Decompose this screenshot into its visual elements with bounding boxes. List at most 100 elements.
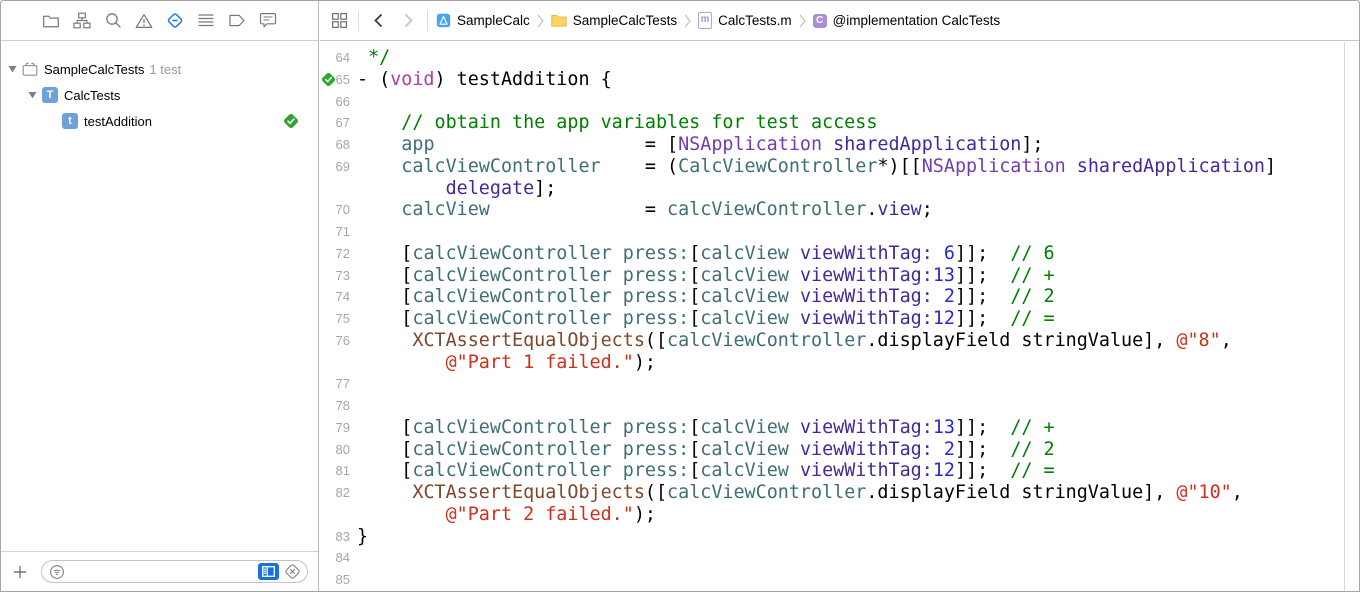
method-icon: t <box>62 113 78 129</box>
line-number[interactable]: 81 <box>320 460 357 482</box>
code-text: // obtain the app variables for test acc… <box>357 112 877 134</box>
line-number[interactable]: 82 <box>320 482 357 504</box>
find-navigator-icon[interactable] <box>104 12 122 30</box>
editor-scrollbar[interactable] <box>1344 42 1359 591</box>
tree-item-SampleCalcTests[interactable]: SampleCalcTests1 test <box>1 56 318 82</box>
code-text: } <box>357 526 368 548</box>
objc-file-icon: m <box>698 12 712 29</box>
code-text: */ <box>357 47 390 69</box>
divider <box>427 11 428 31</box>
code-line: @"Part 2 failed."); <box>320 504 1345 526</box>
tree-item-label: CalcTests <box>64 88 120 103</box>
project-navigator-icon[interactable] <box>42 12 60 30</box>
line-number[interactable]: 64 <box>320 47 357 69</box>
source-code-area[interactable]: 64 */65- (void) testAddition {6667 // ob… <box>320 42 1345 591</box>
xcode-window: SampleCalcTests1 testTCalcTests t testAddi… <box>0 0 1360 592</box>
line-number[interactable]: 80 <box>320 439 357 461</box>
disclosure-triangle-icon[interactable] <box>7 64 17 74</box>
related-items-icon[interactable] <box>328 10 350 32</box>
code-line: 71 <box>320 221 1345 243</box>
code-line: 73 [calcViewController press:[calcView v… <box>320 265 1345 287</box>
line-number[interactable]: 79 <box>320 417 357 439</box>
back-button[interactable] <box>367 10 389 32</box>
tree-item-label: SampleCalcTests <box>44 62 144 77</box>
line-number[interactable] <box>320 178 357 200</box>
breadcrumb-item[interactable]: C@implementation CalcTests <box>813 13 1001 28</box>
code-line: 84 <box>320 547 1345 569</box>
line-number[interactable]: 72 <box>320 243 357 265</box>
line-number[interactable]: 85 <box>320 569 357 591</box>
code-text: app = [NSApplication sharedApplication]; <box>357 134 1044 156</box>
disclosure-triangle-icon[interactable] <box>27 90 37 100</box>
line-number[interactable]: 74 <box>320 286 357 308</box>
code-line: 65- (void) testAddition { <box>320 69 1345 91</box>
line-number[interactable]: 78 <box>320 395 357 417</box>
line-number[interactable]: 75 <box>320 308 357 330</box>
editor-pane: SampleCalc SampleCalcTests mCalcTests.m C@i… <box>320 1 1359 591</box>
test-navigator-icon[interactable] <box>166 12 184 30</box>
tree-item-CalcTests[interactable]: TCalcTests <box>1 82 318 108</box>
code-line: 79 [calcViewController press:[calcView v… <box>320 417 1345 439</box>
code-text: calcView = calcViewController.view; <box>357 199 933 221</box>
class-badge-icon: C <box>813 14 827 28</box>
line-number[interactable]: 76 <box>320 330 357 352</box>
test-passed-icon[interactable] <box>283 113 299 129</box>
tree-item-label: testAddition <box>84 114 152 129</box>
report-navigator-icon[interactable] <box>259 12 277 30</box>
line-number[interactable]: 65 <box>320 69 357 91</box>
breadcrumb-label: SampleCalc <box>457 13 530 28</box>
navigator-filter-bar <box>1 551 318 591</box>
navigator-sidebar: SampleCalcTests1 testTCalcTests t testAddi… <box>1 1 319 591</box>
forward-button[interactable] <box>397 10 419 32</box>
code-line: 83} <box>320 526 1345 548</box>
code-text: @"Part 1 failed."); <box>357 352 656 374</box>
breakpoint-navigator-icon[interactable] <box>228 12 246 30</box>
issue-navigator-icon[interactable] <box>135 12 153 30</box>
add-button[interactable] <box>5 557 35 587</box>
debug-navigator-icon[interactable] <box>197 12 215 30</box>
line-number[interactable]: 84 <box>320 547 357 569</box>
code-line: 64 */ <box>320 47 1345 69</box>
code-text: @"Part 2 failed."); <box>357 504 656 526</box>
breadcrumb-item[interactable]: SampleCalc <box>436 13 530 28</box>
line-number[interactable]: 68 <box>320 134 357 156</box>
code-line: delegate]; <box>320 178 1345 200</box>
tree-item-testAddition[interactable]: t testAddition <box>1 108 318 134</box>
code-line: 66 <box>320 91 1345 113</box>
line-number[interactable]: 71 <box>320 221 357 243</box>
code-line: 85 <box>320 569 1345 591</box>
line-number[interactable] <box>320 504 357 526</box>
breadcrumb-separator-icon <box>684 14 691 28</box>
show-failed-tests-toggle-icon[interactable] <box>283 562 302 581</box>
filter-icon <box>49 564 65 580</box>
breadcrumb-label: SampleCalcTests <box>573 13 677 28</box>
code-line: 78 <box>320 395 1345 417</box>
show-tests-toggle-icon[interactable] <box>258 563 279 580</box>
line-number[interactable]: 66 <box>320 91 357 113</box>
breadcrumb-item[interactable]: SampleCalcTests <box>551 13 677 28</box>
code-line: 76 XCTAssertEqualObjects([calcViewContro… <box>320 330 1345 352</box>
code-text: [calcViewController press:[calcView view… <box>357 417 1055 439</box>
code-line: 81 [calcViewController press:[calcView v… <box>320 460 1345 482</box>
line-number[interactable] <box>320 352 357 374</box>
code-line: 82 XCTAssertEqualObjects([calcViewContro… <box>320 482 1345 504</box>
code-text: calcViewController = (CalcViewController… <box>357 156 1276 178</box>
divider <box>358 11 359 31</box>
line-number[interactable]: 67 <box>320 112 357 134</box>
test-passed-gutter-icon[interactable] <box>321 72 336 87</box>
line-number[interactable]: 77 <box>320 373 357 395</box>
source-control-navigator-icon[interactable] <box>73 12 91 30</box>
code-line: 74 [calcViewController press:[calcView v… <box>320 286 1345 308</box>
line-number[interactable]: 73 <box>320 265 357 287</box>
line-number[interactable]: 69 <box>320 156 357 178</box>
line-number[interactable]: 70 <box>320 199 357 221</box>
breadcrumb-item[interactable]: mCalcTests.m <box>698 12 792 29</box>
filter-field[interactable] <box>41 560 308 583</box>
code-line: 67 // obtain the app variables for test … <box>320 112 1345 134</box>
test-method-icon: t <box>62 113 78 129</box>
breadcrumb-separator-icon <box>537 14 544 28</box>
line-number[interactable]: 83 <box>320 526 357 548</box>
code-text: [calcViewController press:[calcView view… <box>357 243 1055 265</box>
code-text: delegate]; <box>357 178 556 200</box>
code-text: - (void) testAddition { <box>357 69 612 91</box>
